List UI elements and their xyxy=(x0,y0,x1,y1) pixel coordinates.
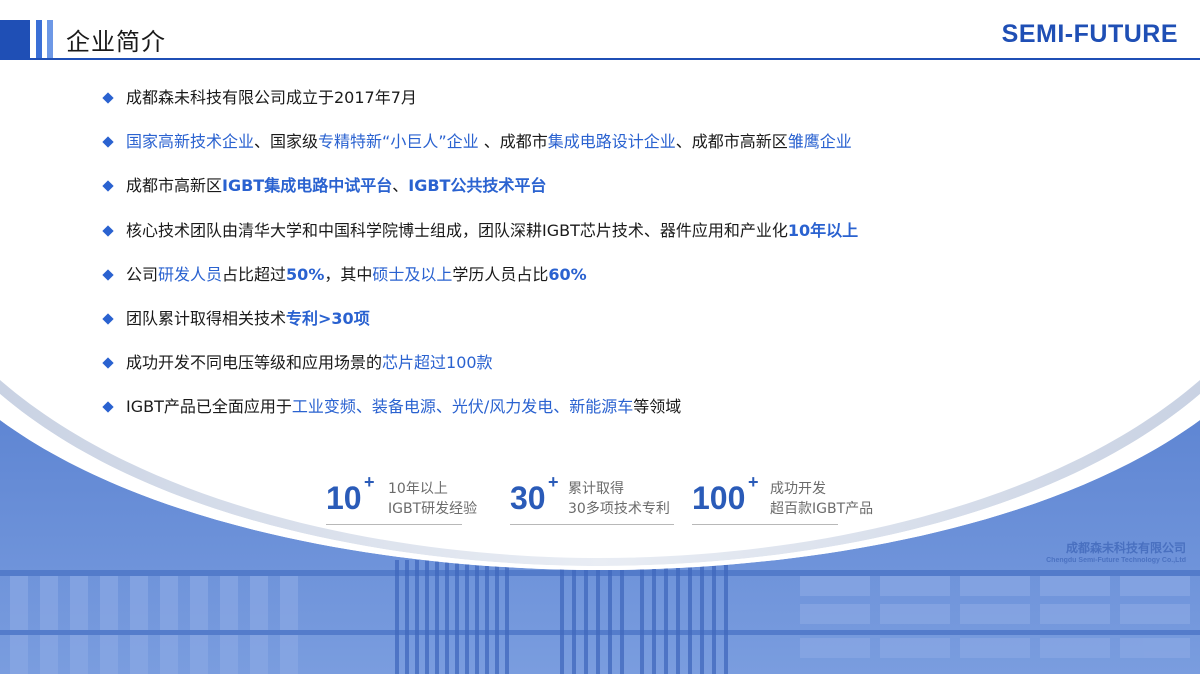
stat-label-1: 10年以上 xyxy=(388,481,448,497)
bullet-item: 国家高新技术企业、国家级专精特新“小巨人”企业 、成都市集成电路设计企业、成都市… xyxy=(102,128,1104,172)
bullet-text: 团队累计取得相关技术专利>30项 xyxy=(126,305,370,333)
bullet-text: 核心技术团队由清华大学和中国科学院博士组成，团队深耕IGBT芯片技术、器件应用和… xyxy=(126,217,858,245)
plain-text: 、成都市 xyxy=(478,132,548,152)
bullet-item: 核心技术团队由清华大学和中国科学院博士组成，团队深耕IGBT芯片技术、器件应用和… xyxy=(102,217,1104,261)
bullet-text: 成都市高新区IGBT集成电路中试平台、IGBT公共技术平台 xyxy=(126,172,546,200)
stat-label-2: IGBT研发经验 xyxy=(388,501,478,517)
bullet-text: 成都森未科技有限公司成立于2017年7月 xyxy=(126,84,417,112)
plain-text: 占比超过 xyxy=(222,264,287,284)
plain-text: 成功开发不同电压等级和应用场景的 xyxy=(126,353,383,373)
header-divider xyxy=(0,58,1200,60)
stat-number: 10 xyxy=(326,480,362,516)
highlight-text: 50% xyxy=(286,264,325,284)
diamond-bullet-icon xyxy=(102,180,114,193)
plain-text: 、 xyxy=(392,176,409,196)
diamond-bullet-icon xyxy=(102,224,114,237)
header: 企业简介 SEMI-FUTURE xyxy=(0,0,1200,60)
highlight-text: 集成电路设计企业 xyxy=(547,132,676,152)
stats-row: 10 + 10年以上 IGBT研发经验 30 + 累计取得 30多项技术专利 1… xyxy=(0,470,1200,530)
stat-plus: + xyxy=(364,472,375,492)
stat-number: 100 xyxy=(692,480,746,516)
plain-text: 、成都市高新区 xyxy=(675,132,788,152)
plain-text: 团队累计取得相关技术 xyxy=(126,308,287,328)
stat-label-1: 累计取得 xyxy=(568,481,624,497)
plain-text: 、国家级 xyxy=(254,132,319,152)
stat-underline xyxy=(326,524,462,525)
building-sign: 成都森未科技有限公司 xyxy=(1066,540,1186,555)
diamond-bullet-icon xyxy=(102,92,114,104)
highlight-text: 雏鹰企业 xyxy=(787,132,852,152)
stat-number: 30 xyxy=(510,480,546,516)
plain-text: ，其中 xyxy=(324,264,373,284)
plain-text: 学历人员占比 xyxy=(452,264,549,284)
highlight-text: 工业变频、装备电源、光伏/风力发电、新能源车 xyxy=(291,397,634,417)
bullet-item: 公司研发人员占比超过50%，其中硕士及以上学历人员占比60% xyxy=(102,261,1104,305)
highlight-text: 专利>30项 xyxy=(286,308,370,328)
bullet-text: 公司研发人员占比超过50%，其中硕士及以上学历人员占比60% xyxy=(126,261,587,289)
plain-text: IGBT产品已全面应用于 xyxy=(126,397,292,417)
building-sign-sub: Chengdu Semi-Future Technology Co.,Ltd xyxy=(1046,557,1186,564)
stat-plus: + xyxy=(548,472,559,492)
bullet-item: 成都森未科技有限公司成立于2017年7月 xyxy=(102,84,1104,128)
diamond-bullet-icon xyxy=(102,136,114,148)
highlight-text: IGBT公共技术平台 xyxy=(408,176,547,196)
highlight-text: 专精特新“小巨人”企业 xyxy=(318,132,479,152)
bullet-item: 团队累计取得相关技术专利>30项 xyxy=(102,305,1104,349)
diamond-bullet-icon xyxy=(102,401,114,413)
slide: 成都森未科技有限公司 Chengdu Semi-Future Technolog… xyxy=(0,0,1200,674)
page-title: 企业简介 xyxy=(66,28,166,56)
plain-text: 核心技术团队由清华大学和中国科学院博士组成，团队深耕IGBT芯片技术、器件应用和… xyxy=(126,220,788,240)
stat-label-2: 超百款IGBT产品 xyxy=(770,501,874,517)
highlight-text: 硕士及以上 xyxy=(372,264,453,284)
bullet-text: 国家高新技术企业、国家级专精特新“小巨人”企业 、成都市集成电路设计企业、成都市… xyxy=(126,128,852,156)
highlight-text: 10年以上 xyxy=(787,220,859,240)
plain-text: 等领域 xyxy=(633,397,682,417)
plain-text: 成都森未科技有限公司成立于2017年7月 xyxy=(126,88,417,107)
stat-underline xyxy=(510,524,674,525)
stat-plus: + xyxy=(748,472,759,492)
plain-text: 成都市高新区 xyxy=(126,176,223,196)
bullet-item: IGBT产品已全面应用于工业变频、装备电源、光伏/风力发电、新能源车等领域 xyxy=(102,393,1104,437)
bullet-text: IGBT产品已全面应用于工业变频、装备电源、光伏/风力发电、新能源车等领域 xyxy=(126,393,681,421)
bullet-list: 成都森未科技有限公司成立于2017年7月 国家高新技术企业、国家级专精特新“小巨人… xyxy=(102,84,1104,438)
stat-label-2: 30多项技术专利 xyxy=(568,501,670,517)
bullet-item: 成都市高新区IGBT集成电路中试平台、IGBT公共技术平台 xyxy=(102,172,1104,216)
highlight-text: IGBT集成电路中试平台 xyxy=(222,176,393,196)
highlight-text: 60% xyxy=(548,264,587,284)
diamond-bullet-icon xyxy=(102,313,114,325)
highlight-text: 研发人员 xyxy=(158,264,223,284)
bullet-item: 成功开发不同电压等级和应用场景的芯片超过100款 xyxy=(102,349,1104,393)
diamond-bullet-icon xyxy=(102,269,114,281)
company-logo: SEMI-FUTURE xyxy=(1001,20,1178,48)
highlight-text: 芯片超过100款 xyxy=(382,353,493,373)
plain-text: 公司 xyxy=(126,264,159,284)
bullet-text: 成功开发不同电压等级和应用场景的芯片超过100款 xyxy=(126,349,493,377)
highlight-text: 国家高新技术企业 xyxy=(126,132,255,152)
stat-underline xyxy=(692,524,838,525)
diamond-bullet-icon xyxy=(102,357,114,369)
stat-label-1: 成功开发 xyxy=(770,481,826,497)
